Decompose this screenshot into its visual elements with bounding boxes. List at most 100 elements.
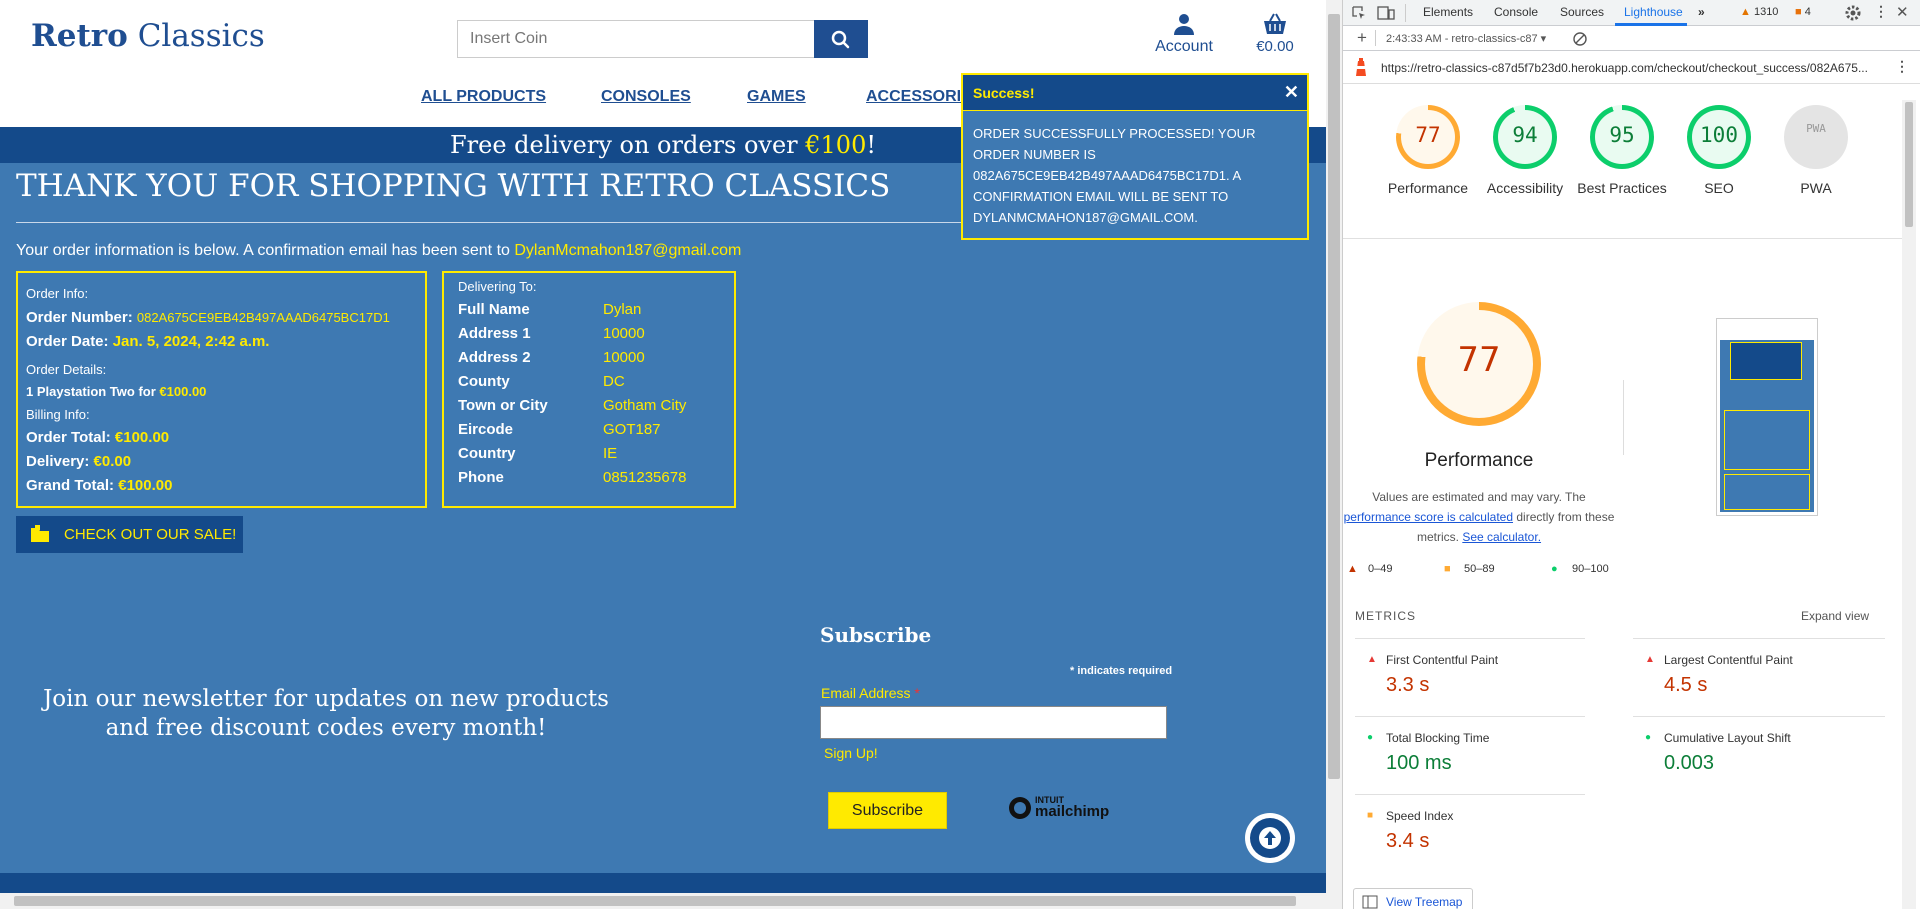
- more-options-icon[interactable]: ⋮: [1874, 3, 1888, 20]
- delivery-cost-row: Delivery: €0.00: [26, 453, 131, 470]
- report-menu-icon[interactable]: ⋮: [1895, 58, 1909, 75]
- toolbar-divider: [1375, 30, 1376, 46]
- banner-text: Free delivery on orders over: [450, 131, 806, 159]
- delivery-field-label: Country: [458, 445, 516, 462]
- metric-status-pass-icon: ●: [1645, 732, 1652, 743]
- nav-accessories[interactable]: ACCESSORIE: [866, 88, 972, 106]
- tab-console[interactable]: Console: [1494, 5, 1538, 19]
- score-gauge-best-practices[interactable]: 95: [1590, 105, 1654, 169]
- delivery-cost: €0.00: [93, 453, 132, 470]
- devtools-tabbar: Elements Console Sources Lighthouse » ▲ …: [1343, 0, 1920, 26]
- delivery-field-label: Town or City: [458, 397, 548, 414]
- metric-name: Total Blocking Time: [1386, 731, 1490, 745]
- search-button[interactable]: [814, 20, 868, 58]
- email-label-text: Email Address: [821, 685, 911, 701]
- delivery-field-value: DC: [603, 373, 625, 390]
- tab-sources[interactable]: Sources: [1560, 5, 1604, 19]
- metrics-heading: METRICS: [1355, 609, 1416, 623]
- more-tabs-icon[interactable]: »: [1698, 5, 1705, 19]
- nav-games[interactable]: GAMES: [747, 88, 806, 106]
- email-field[interactable]: [820, 706, 1167, 739]
- order-intro-text: Your order information is below. A confi…: [16, 242, 510, 259]
- toast-header: Success!: [963, 75, 1307, 111]
- subscribe-button[interactable]: Subscribe: [828, 792, 947, 829]
- cart-link[interactable]: €0.00: [1249, 12, 1301, 55]
- website-viewport: Retro Classics Insert Coin Account €0.00…: [0, 0, 1326, 893]
- score-value: 77: [1401, 110, 1455, 164]
- tab-lighthouse[interactable]: Lighthouse: [1624, 5, 1683, 19]
- score-value: 100: [1692, 110, 1746, 164]
- search-input[interactable]: Insert Coin: [457, 20, 815, 58]
- toast-message: ORDER SUCCESSFULLY PROCESSED! YOUR ORDER…: [973, 126, 1256, 225]
- errors-badge[interactable]: ■ 4: [1795, 6, 1811, 18]
- performance-title: Performance: [1424, 450, 1534, 471]
- report-select[interactable]: 2:43:33 AM - retro-classics-c87 ▾: [1386, 32, 1546, 45]
- score-calculated-link[interactable]: performance score is calculated: [1344, 510, 1513, 524]
- lighthouse-toolbar: + 2:43:33 AM - retro-classics-c87 ▾: [1343, 27, 1920, 51]
- score-gauge-accessibility[interactable]: 94: [1493, 105, 1557, 169]
- view-treemap-button[interactable]: View Treemap: [1353, 888, 1473, 909]
- order-info-box: Order Info: Order Number: 082A675CE9EB42…: [16, 271, 427, 508]
- legend-average-range: 50–89: [1464, 563, 1495, 575]
- score-gauge-performance[interactable]: 77: [1396, 105, 1460, 169]
- inspect-element-icon[interactable]: [1351, 5, 1367, 21]
- metric-name: First Contentful Paint: [1386, 653, 1499, 667]
- delivery-field-value: 0851235678: [603, 469, 687, 486]
- delivery-field-value: 10000: [603, 325, 645, 342]
- screenshot-delivery-box: [1724, 474, 1810, 510]
- add-icon[interactable]: +: [1357, 28, 1367, 48]
- final-screenshot[interactable]: [1716, 318, 1818, 516]
- gear-icon[interactable]: [1844, 4, 1862, 22]
- page-title: THANK YOU FOR SHOPPING WITH RETRO CLASSI…: [16, 168, 891, 204]
- order-item-price: €100.00: [159, 384, 207, 399]
- nav-all-products[interactable]: ALL PRODUCTS: [421, 88, 546, 106]
- see-calculator-link[interactable]: See calculator.: [1462, 530, 1541, 544]
- mailchimp-logo[interactable]: INTUIT mailchimp: [1007, 794, 1110, 820]
- close-icon[interactable]: ✕: [1284, 82, 1299, 103]
- performance-score-gauge-large: 77: [1417, 302, 1541, 426]
- order-item-row: 1 Playstation Two for €100.00: [26, 384, 206, 399]
- metric-value: 3.3 s: [1386, 674, 1430, 696]
- user-icon: [1174, 14, 1194, 35]
- mailchimp-brand-bottom: mailchimp: [1035, 803, 1110, 820]
- warnings-badge[interactable]: ▲ 1310: [1740, 6, 1778, 18]
- back-to-top-button[interactable]: [1245, 813, 1295, 863]
- page-horizontal-scroll-thumb[interactable]: [14, 896, 1296, 906]
- expand-view-toggle[interactable]: Expand view: [1801, 609, 1869, 623]
- required-asterisk: *: [914, 685, 920, 701]
- tab-elements[interactable]: Elements: [1423, 5, 1473, 19]
- warnings-count: 1310: [1753, 6, 1779, 18]
- site-logo[interactable]: Retro Classics: [31, 18, 265, 54]
- screenshot-header: [1720, 322, 1814, 340]
- delivery-field-label: Full Name: [458, 301, 530, 318]
- devtools-scroll-thumb[interactable]: [1905, 102, 1913, 227]
- score-gauge-pwa[interactable]: PWA: [1784, 105, 1848, 169]
- logo-bold-text: Retro: [31, 18, 128, 54]
- screenshot-thumb: [1720, 322, 1814, 512]
- order-total-row: Order Total: €100.00: [26, 429, 169, 446]
- signup-link[interactable]: Sign Up!: [824, 745, 878, 761]
- delivery-field-value: Dylan: [603, 301, 642, 318]
- legend-fail-icon: ▲: [1347, 563, 1358, 575]
- footer-strip: [0, 873, 1326, 893]
- device-toolbar-icon[interactable]: [1377, 5, 1395, 21]
- metric-value: 100 ms: [1386, 752, 1452, 774]
- clear-icon[interactable]: [1572, 31, 1588, 47]
- sale-button[interactable]: CHECK OUT OUR SALE!: [16, 516, 243, 553]
- order-number-row: Order Number: 082A675CE9EB42B497AAAD6475…: [26, 309, 390, 326]
- metric-divider: [1355, 794, 1585, 795]
- lighthouse-icon: [1356, 58, 1366, 76]
- nav-consoles[interactable]: CONSOLES: [601, 88, 691, 106]
- score-gauge-seo[interactable]: 100: [1687, 105, 1751, 169]
- delivery-field-label: Eircode: [458, 421, 514, 438]
- account-menu[interactable]: Account: [1150, 12, 1218, 56]
- score-value: 95: [1595, 110, 1649, 164]
- newsletter-text: Join our newsletter for updates on new p…: [43, 686, 609, 741]
- performance-note: Values are estimated and may vary. The p…: [1343, 487, 1615, 547]
- report-url[interactable]: https://retro-classics-c87d5f7b23d0.hero…: [1381, 61, 1868, 75]
- page-vertical-scroll-thumb[interactable]: [1328, 14, 1340, 779]
- metric-divider: [1355, 716, 1585, 717]
- metric-name: Cumulative Layout Shift: [1664, 731, 1791, 745]
- close-devtools-icon[interactable]: ✕: [1896, 3, 1909, 21]
- logo-text: Classics: [137, 18, 265, 54]
